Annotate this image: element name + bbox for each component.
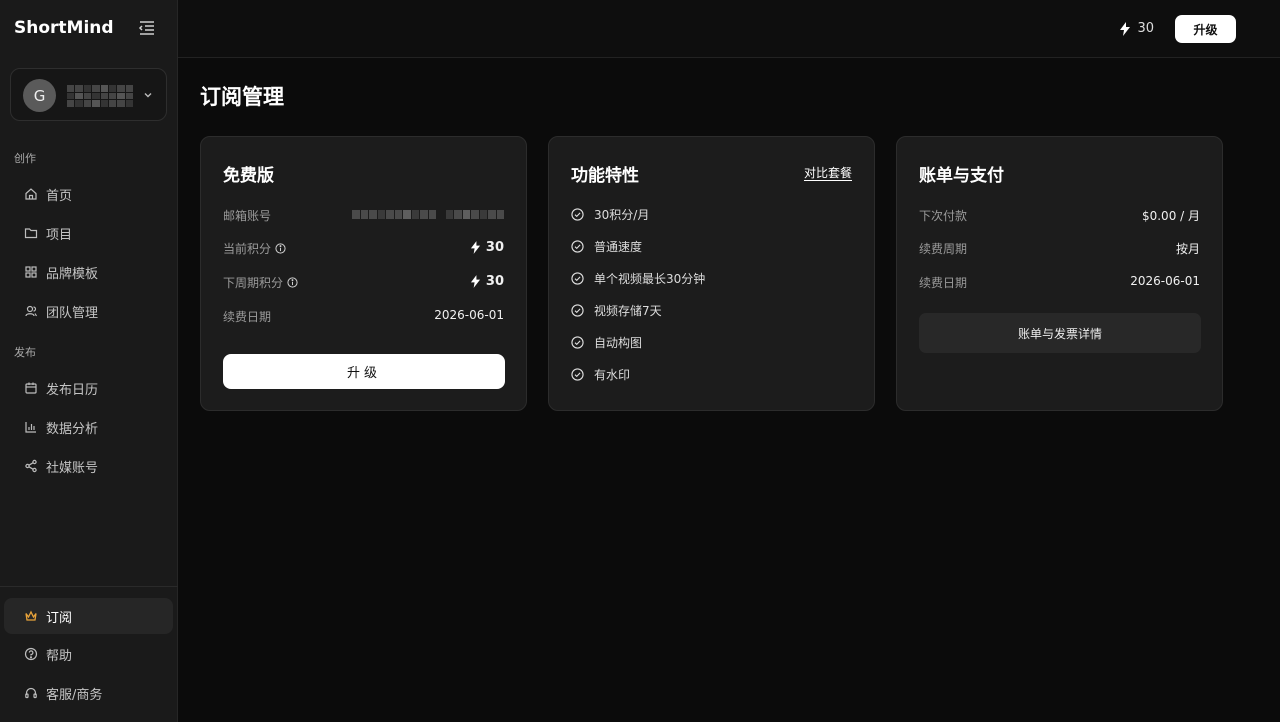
chevron-down-icon (142, 89, 154, 101)
feature-item: 普通速度 (571, 238, 642, 255)
billing-card: 账单与支付 下次付款 $0.00 / 月 续费周期 按月 续费日期 2026-0… (896, 136, 1223, 411)
info-icon[interactable] (275, 243, 286, 254)
redacted-user-name (67, 85, 133, 107)
chart-icon (24, 420, 38, 434)
home-icon (24, 187, 38, 201)
grid-icon (24, 265, 38, 279)
compare-plans-link[interactable]: 对比套餐 (804, 164, 852, 181)
feature-item: 视频存储7天 (571, 302, 662, 319)
user-account-switcher[interactable]: G (10, 68, 167, 121)
current-credits-number: 30 (485, 240, 504, 255)
renew-date-label: 续费日期 (223, 310, 272, 324)
feature-item: 自动构图 (571, 334, 642, 351)
sidebar-item-label: 首页 (46, 188, 73, 204)
share-icon (24, 459, 38, 473)
section-label-create: 创作 (14, 152, 36, 165)
features-card-title: 功能特性 (571, 166, 639, 186)
sidebar-item-analytics[interactable]: 数据分析 (4, 409, 173, 445)
brand-logo: ShortMind (14, 18, 114, 38)
sidebar-item-subscription[interactable]: 订阅 (4, 598, 173, 634)
next-credits-value: 30 (470, 274, 504, 289)
sidebar-item-social-accounts[interactable]: 社媒账号 (4, 448, 173, 484)
info-icon[interactable] (287, 277, 298, 288)
sidebar-item-label: 项目 (46, 227, 73, 243)
feature-item: 30积分/月 (571, 206, 649, 223)
lightning-icon (1119, 21, 1131, 36)
plan-card: 免费版 邮箱账号 当前积分 30 下周期积分 30 续费日期 2026-06-0… (200, 136, 527, 411)
crown-icon (24, 609, 38, 623)
check-circle-icon (571, 304, 584, 317)
plan-upgrade-button[interactable]: 升级 (223, 354, 505, 389)
billing-renew-date-value: 2026-06-01 (1130, 274, 1200, 288)
sidebar-item-home[interactable]: 首页 (4, 176, 173, 212)
renew-cycle-label: 续费周期 (919, 242, 968, 256)
sidebar-item-label: 帮助 (46, 648, 73, 664)
sidebar-item-team[interactable]: 团队管理 (4, 293, 173, 329)
sidebar-divider (0, 586, 178, 587)
sidebar-item-projects[interactable]: 项目 (4, 215, 173, 251)
next-credits-number: 30 (485, 274, 504, 289)
headset-icon (24, 686, 38, 700)
help-icon (24, 647, 38, 661)
upgrade-button[interactable]: 升级 (1175, 15, 1236, 43)
sidebar-item-help[interactable]: 帮助 (4, 636, 173, 672)
feature-item: 有水印 (571, 366, 630, 383)
next-payment-label: 下次付款 (919, 209, 968, 223)
feature-label: 30积分/月 (594, 208, 650, 222)
plan-card-title: 免费版 (223, 166, 274, 186)
check-circle-icon (571, 272, 584, 285)
folder-icon (24, 226, 38, 240)
sidebar-item-brand-templates[interactable]: 品牌模板 (4, 254, 173, 290)
lightning-icon (470, 241, 481, 254)
credits-indicator: 30 (1119, 21, 1154, 36)
renew-cycle-value: 按月 (1175, 242, 1200, 256)
feature-label: 普通速度 (594, 240, 643, 254)
billing-renew-date-label: 续费日期 (919, 276, 968, 290)
lightning-icon (470, 275, 481, 288)
sidebar-item-label: 订阅 (46, 610, 73, 626)
features-card: 功能特性 对比套餐 30积分/月 普通速度 单个视频最长30分钟 视频存储7天 … (548, 136, 875, 411)
current-credits-row-label: 当前积分 (223, 240, 286, 257)
collapse-sidebar-icon[interactable] (138, 20, 156, 36)
feature-label: 自动构图 (594, 336, 643, 350)
feature-item: 单个视频最长30分钟 (571, 270, 705, 287)
page-title: 订阅管理 (200, 85, 284, 109)
redacted-email (352, 210, 504, 219)
sidebar-item-label: 发布日历 (46, 382, 99, 398)
avatar: G (23, 79, 56, 112)
sidebar-item-label: 社媒账号 (46, 460, 99, 476)
sidebar-item-label: 客服/商务 (46, 687, 103, 703)
sidebar-item-support[interactable]: 客服/商务 (4, 675, 173, 711)
next-credits-label: 下周期积分 (223, 276, 284, 290)
current-credits-value: 30 (470, 240, 504, 255)
check-circle-icon (571, 368, 584, 381)
current-credits-label: 当前积分 (223, 242, 272, 256)
section-label-publish: 发布 (14, 346, 36, 359)
billing-card-title: 账单与支付 (919, 166, 1004, 186)
feature-label: 有水印 (594, 368, 631, 382)
feature-label: 单个视频最长30分钟 (594, 272, 706, 286)
calendar-icon (24, 381, 38, 395)
feature-label: 视频存储7天 (594, 304, 662, 318)
sidebar: ShortMind G 创作 首页 项目 品牌模板 团队管理 发布 发布日历 数… (0, 0, 178, 722)
billing-details-button[interactable]: 账单与发票详情 (919, 313, 1201, 353)
sidebar-item-label: 品牌模板 (46, 266, 99, 282)
renew-date-value: 2026-06-01 (434, 308, 504, 322)
sidebar-item-calendar[interactable]: 发布日历 (4, 370, 173, 406)
credits-value: 30 (1137, 21, 1154, 36)
sidebar-item-label: 团队管理 (46, 305, 99, 321)
check-circle-icon (571, 208, 584, 221)
next-payment-value: $0.00 / 月 (1141, 209, 1200, 223)
top-bar: 30 升级 (178, 0, 1280, 58)
sidebar-item-label: 数据分析 (46, 421, 99, 437)
next-credits-row-label: 下周期积分 (223, 274, 298, 291)
team-icon (24, 304, 38, 318)
email-label: 邮箱账号 (223, 209, 272, 223)
check-circle-icon (571, 336, 584, 349)
check-circle-icon (571, 240, 584, 253)
